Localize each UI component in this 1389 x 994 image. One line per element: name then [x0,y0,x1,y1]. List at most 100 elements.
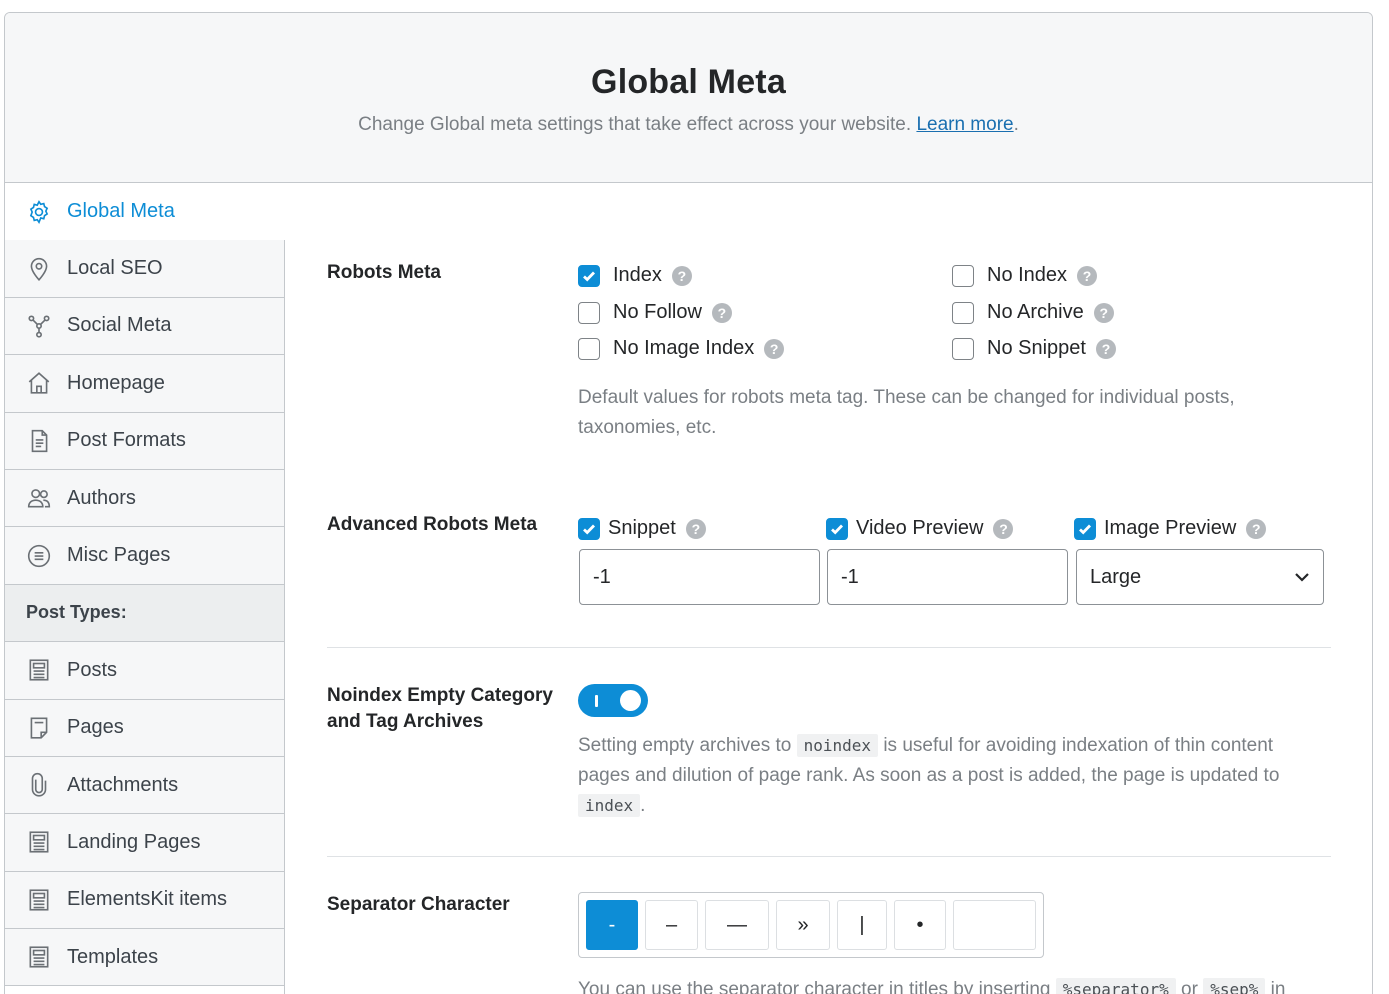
sidebar-item-templates[interactable]: Templates [5,929,284,987]
help-icon[interactable]: ? [1095,338,1116,359]
post-icon [26,829,52,855]
noindex-desc-pre: Setting empty archives to [578,735,792,756]
robots-desc-line1: Default values for robots meta tag. Thes… [578,387,1235,408]
sidebar-item-posts[interactable]: Posts [5,642,284,700]
sidebar-section-post-types: Post Types: [5,584,284,643]
learn-more-link[interactable]: Learn more [916,114,1013,135]
document-icon [26,428,52,454]
users-icon [26,485,52,511]
robots-meta-description: Default values for robots meta tag. Thes… [578,383,1318,443]
checkbox-label: Snippet [608,517,676,539]
sidebar-item-landing-pages[interactable]: Landing Pages [5,814,284,872]
subtitle-period: . [1013,114,1019,135]
post-icon [26,887,52,913]
noindex-empty-toggle[interactable] [578,684,648,717]
separator-option-em-dash[interactable]: — [705,900,769,950]
paperclip-icon [26,772,52,798]
sidebar-item-label: Post Formats [67,429,186,452]
checkbox-no-image-index[interactable]: No Image Index ? [578,337,785,360]
help-icon[interactable]: ? [711,302,732,323]
separator-description: You can use the separator character in t… [578,975,1338,994]
checkbox-box[interactable] [578,264,600,287]
list-circle-icon [26,543,52,569]
checkbox-box[interactable] [578,517,600,540]
checkbox-video-preview[interactable]: Video Preview ? [826,517,1014,540]
sidebar-item-label: Authors [67,486,136,509]
checkbox-image-preview[interactable]: Image Preview ? [1074,517,1267,540]
noindex-desc-end: . [640,795,646,816]
checkbox-no-archive[interactable]: No Archive ? [952,301,1114,324]
checkbox-snippet[interactable]: Snippet ? [578,517,706,540]
checkbox-box[interactable] [578,301,600,324]
toggle-on-indicator [595,695,598,707]
separator-desc-pre: You can use the separator character in t… [578,979,1051,994]
checkbox-box[interactable] [952,337,974,360]
home-icon [26,370,52,396]
checkbox-label: No Index [987,264,1068,286]
sidebar-item-elementskit-items[interactable]: ElementsKit items [5,871,284,930]
separator-option-hyphen[interactable]: - [586,900,638,950]
sidebar-item-social-meta[interactable]: Social Meta [5,297,284,356]
snippet-length-input[interactable]: -1 [579,549,820,605]
sidebar-item-local-seo[interactable]: Local SEO [5,240,284,298]
sidebar-item-label: Attachments [67,773,179,796]
noindex-desc-line2: pages and dilution of page rank. As soon… [578,765,1280,786]
help-icon[interactable]: ? [1093,302,1114,323]
help-icon[interactable]: ? [671,265,692,286]
help-icon[interactable]: ? [685,518,706,539]
sidebar-item-misc-pages[interactable]: Misc Pages [5,527,284,585]
noindex-desc-mid: is useful for avoiding indexation of thi… [883,735,1274,756]
checkbox-box[interactable] [952,264,974,287]
help-icon[interactable]: ? [764,338,785,359]
sidebar-item-attachments[interactable]: Attachments [5,756,284,815]
separator-option-bullet[interactable]: • [894,900,946,950]
map-pin-icon [26,256,52,282]
sidebar-item-authors[interactable]: Authors [5,469,284,528]
checkbox-no-snippet[interactable]: No Snippet ? [952,337,1116,360]
checkbox-label: No Image Index [613,337,755,359]
section-divider [327,647,1331,648]
help-icon[interactable]: ? [1246,518,1267,539]
sidebar-item-label: Social Meta [67,314,172,337]
sidebar-item-post-formats[interactable]: Post Formats [5,412,284,470]
settings-panel: Global Meta Change Global meta settings … [4,12,1373,994]
image-preview-select[interactable]: Large [1076,549,1324,605]
checkbox-label: Image Preview [1104,517,1237,539]
section-divider [327,856,1331,857]
checkbox-label: No Archive [987,301,1084,323]
checkbox-no-follow[interactable]: No Follow ? [578,301,732,324]
subtitle-text: Change Global meta settings that take ef… [358,114,912,135]
separator-option-pipe[interactable]: | [837,900,887,950]
checkbox-label: Index [613,264,662,286]
sidebar-section-label: Post Types: [26,602,127,623]
sidebar-item-label: Local SEO [67,257,163,280]
sidebar-item-pages[interactable]: Pages [5,699,284,757]
sidebar-item-homepage[interactable]: Homepage [5,355,284,413]
sidebar-item-label: Homepage [67,371,165,394]
noindex-empty-label: Noindex Empty Category and Tag Archives [327,683,567,735]
separator-desc-end: in [1270,979,1286,994]
noindex-empty-description: Setting empty archives to noindex is use… [578,731,1330,821]
checkbox-box[interactable] [1074,517,1096,540]
checkbox-box[interactable] [578,337,600,360]
sidebar-item-label: Misc Pages [67,544,171,567]
sidebar-item-label: ElementsKit items [67,888,228,911]
help-icon[interactable]: ? [1077,265,1098,286]
checkbox-label: No Follow [613,301,702,323]
checkbox-box[interactable] [826,517,848,540]
sidebar-item-label: Templates [67,945,159,968]
sidebar-item-label: Posts [67,658,118,681]
page-icon [26,715,52,741]
separator-option-en-dash[interactable]: – [645,900,698,950]
help-icon[interactable]: ? [993,518,1014,539]
checkbox-no-index[interactable]: No Index ? [952,264,1098,287]
video-preview-input[interactable]: -1 [827,549,1068,605]
image-preview-value: Large [1090,565,1142,588]
checkbox-box[interactable] [952,301,974,324]
checkbox-label: No Snippet [987,337,1086,359]
separator-custom-input[interactable] [953,900,1036,950]
separator-label: Separator Character [327,894,510,915]
sidebar-item-global-meta[interactable]: Global Meta [5,183,285,241]
checkbox-index[interactable]: Index ? [578,264,692,287]
separator-option-raquo[interactable]: » [776,900,830,950]
